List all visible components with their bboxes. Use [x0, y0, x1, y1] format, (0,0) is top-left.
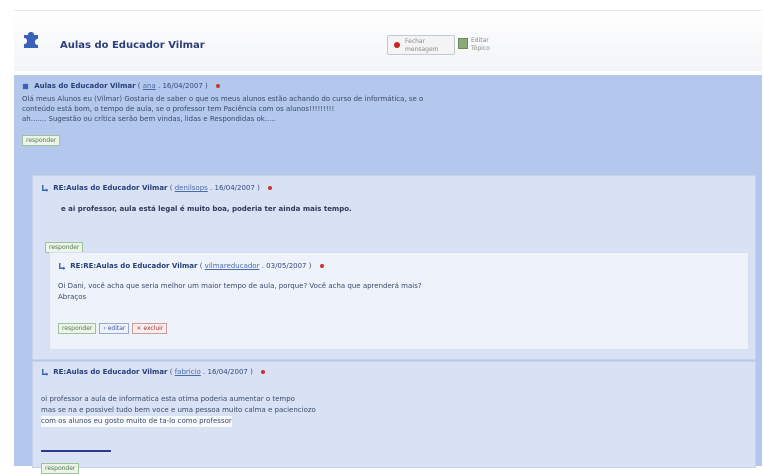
close-message-button[interactable]: Fechar mensagem: [387, 35, 455, 55]
post-line: oi professor a aula de informatica esta …: [41, 395, 295, 403]
edit-icon: ›: [103, 325, 106, 332]
page-title: Aulas do Educador Vilmar: [60, 40, 205, 51]
nested-reply: RE:RE:Aulas do Educador Vilmar ( vilmare…: [49, 252, 749, 350]
post-body: oi professor a aula de informatica esta …: [41, 394, 316, 427]
puzzle-icon: [24, 32, 38, 48]
post-date: 16/04/2007: [207, 368, 248, 376]
edit-topic-button[interactable]: Editar Tópico: [458, 35, 498, 53]
post-line: Olá meus Alunos eu (Vilmar) Gostaria de …: [22, 95, 424, 103]
post-line: mas se na e possivel tudo bem voce e uma…: [41, 406, 316, 414]
header-actions: Fechar mensagem Editar Tópico: [387, 35, 498, 55]
author-link[interactable]: vilmareducador: [205, 262, 260, 270]
close-message-label: Fechar mensagem: [405, 38, 439, 53]
reply-button[interactable]: responder: [22, 135, 61, 146]
author-link[interactable]: fabricio: [175, 368, 201, 376]
edit-label: editar: [107, 325, 126, 332]
reply-arrow-icon: [42, 368, 48, 376]
reply-arrow-icon: [42, 184, 48, 192]
edit-icon: [458, 38, 468, 49]
post-date: 16/04/2007: [214, 184, 255, 192]
delete-button[interactable]: × excluir: [132, 323, 168, 334]
reply-header: RE:Aulas do Educador Vilmar ( fabricio .…: [41, 368, 266, 376]
divider: [41, 450, 111, 452]
reply-header: RE:Aulas do Educador Vilmar ( denilsops …: [41, 184, 273, 192]
nested-reply-header: RE:RE:Aulas do Educador Vilmar ( vilmare…: [58, 262, 324, 270]
status-dot-icon: [268, 186, 273, 190]
author-link[interactable]: ana: [143, 82, 156, 90]
post-body: Oi Dani, você acha que seria melhor um m…: [58, 281, 422, 303]
post-title: RE:RE:Aulas do Educador Vilmar: [70, 262, 198, 270]
post-body: Olá meus Alunos eu (Vilmar) Gostaria de …: [22, 94, 757, 124]
nested-actions: responder › editar × excluir: [58, 323, 168, 334]
reply-actions: responder: [45, 234, 84, 253]
reply-button[interactable]: responder: [58, 323, 97, 334]
forum-frame: Aulas do Educador Vilmar Fechar mensagem…: [14, 10, 762, 474]
delete-label: excluir: [143, 325, 164, 332]
status-dot-icon: [319, 264, 324, 268]
close-icon: [394, 42, 400, 48]
reply-post: RE:Aulas do Educador Vilmar ( denilsops …: [32, 175, 756, 360]
main-post: Aulas do Educador Vilmar ( ana . 16/04/2…: [22, 81, 757, 146]
main-post-actions: responder: [22, 127, 757, 146]
post-title: RE:Aulas do Educador Vilmar: [53, 184, 168, 192]
status-dot-icon: [215, 84, 220, 88]
topic-header: Aulas do Educador Vilmar Fechar mensagem…: [14, 10, 762, 71]
post-line: com os alunos eu gosto muito de ta-lo co…: [41, 416, 232, 427]
main-post-header: Aulas do Educador Vilmar ( ana . 16/04/2…: [22, 81, 757, 91]
reply-post: RE:Aulas do Educador Vilmar ( fabricio .…: [32, 361, 756, 474]
thread-container: Aulas do Educador Vilmar ( ana . 16/04/2…: [14, 75, 762, 474]
delete-icon: ×: [136, 325, 142, 332]
status-dot-icon: [261, 370, 266, 374]
post-title: RE:Aulas do Educador Vilmar: [53, 368, 168, 376]
post-line: conteúdo está bom, o tempo de aula, se o…: [22, 105, 335, 113]
author-link[interactable]: denilsops: [175, 184, 208, 192]
post-body: e ai professor, aula está legal é muito …: [61, 205, 352, 213]
reply-button[interactable]: responder: [41, 463, 80, 474]
post-date: 16/04/2007: [162, 82, 203, 90]
reply-actions: responder: [41, 455, 80, 474]
edit-button[interactable]: › editar: [99, 323, 130, 334]
post-line: ah....... Sugestão ou crítica serão bem …: [22, 115, 276, 123]
reply-arrow-icon: [59, 262, 65, 270]
edit-topic-label: Editar Tópico: [471, 37, 490, 52]
post-line: Abraços: [58, 293, 87, 301]
post-title: Aulas do Educador Vilmar: [34, 82, 136, 90]
post-date: 03/05/2007: [266, 262, 307, 270]
post-line: Oi Dani, você acha que seria melhor um m…: [58, 282, 422, 290]
puzzle-icon: [22, 83, 29, 89]
